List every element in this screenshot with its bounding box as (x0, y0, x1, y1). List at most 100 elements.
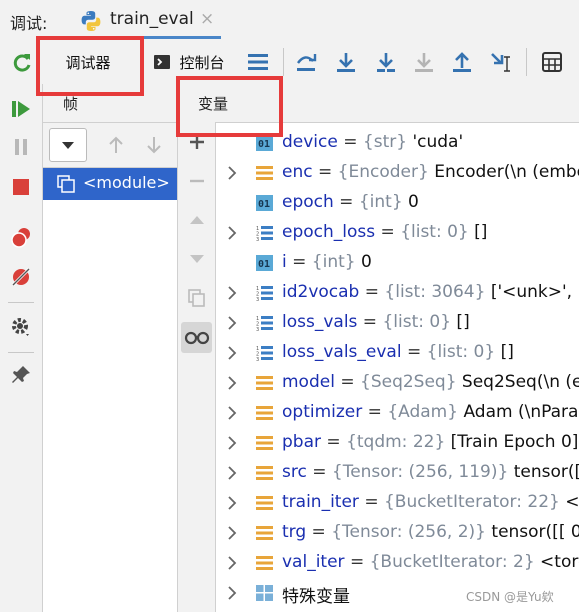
variable-name: loss_vals (282, 312, 358, 332)
variable-text: i = {int} 0 (282, 252, 372, 272)
toolbar-divider (526, 48, 527, 76)
variable-row[interactable]: 01 i = {int} 0 (216, 248, 579, 278)
variable-text: epoch = {int} 0 (282, 192, 419, 212)
int-type-icon: 01 (256, 195, 273, 211)
chevron-right-icon[interactable] (226, 163, 240, 183)
force-step-into-icon[interactable] (410, 40, 438, 84)
variable-row[interactable]: optimizer = {Adam} Adam (\nParam (216, 398, 579, 428)
close-icon[interactable]: × (200, 9, 214, 29)
special-type-icon (256, 585, 273, 601)
pause-icon[interactable] (10, 136, 32, 158)
frame-row-module[interactable]: <module> (43, 168, 177, 200)
view-breakpoints-icon[interactable] (10, 226, 32, 248)
chevron-right-icon[interactable] (226, 463, 240, 483)
chevron-right-icon[interactable] (226, 283, 240, 303)
variable-text: device = {str} 'cuda' (282, 132, 463, 152)
variable-row[interactable]: 01 epoch = {int} 0 (216, 188, 579, 218)
variable-equals: = (401, 342, 427, 362)
variable-name: model (282, 372, 335, 392)
step-into-my-code-icon[interactable] (372, 40, 400, 84)
resume-icon[interactable] (10, 98, 32, 120)
move-down-icon[interactable] (187, 249, 207, 269)
chevron-right-icon[interactable] (226, 223, 240, 243)
variable-type: {Adam} (387, 402, 459, 422)
chevron-right-icon[interactable] (226, 433, 240, 453)
remove-watch-icon[interactable] (187, 171, 207, 191)
frame-up-icon[interactable] (107, 135, 125, 155)
variable-row[interactable]: 1 2 3 epoch_loss = {list: 0} [] (216, 218, 579, 248)
rerun-icon[interactable] (8, 40, 36, 84)
variable-equals: = (306, 522, 332, 542)
variable-equals: = (337, 132, 363, 152)
frame-down-icon[interactable] (145, 135, 163, 155)
variable-value: [] (495, 342, 514, 362)
pin-icon[interactable] (10, 364, 32, 386)
step-into-icon[interactable] (332, 40, 360, 84)
variable-text: optimizer = {Adam} Adam (\nParam (282, 402, 579, 422)
stop-icon[interactable] (10, 176, 32, 198)
chevron-right-icon[interactable] (226, 313, 240, 333)
variable-name: 特殊变量 (282, 587, 350, 607)
highlight-box-variables (176, 76, 283, 137)
variable-row[interactable]: 123 id2vocab = {list: 3064} ['<unk>', '< (216, 278, 579, 308)
chevron-right-icon[interactable] (226, 583, 240, 603)
list-type-icon: 123 (256, 345, 273, 363)
tab-train-eval[interactable]: train_eval × (78, 0, 220, 39)
show-values-toggle[interactable] (181, 322, 212, 353)
settings-gear-icon[interactable] (10, 316, 32, 338)
chevron-right-icon[interactable] (226, 523, 240, 543)
watermark: CSDN @是Yu欸 (466, 590, 554, 604)
svg-text:01: 01 (258, 139, 270, 150)
variable-value: [] (468, 222, 488, 242)
int-type-icon: 01 (256, 255, 273, 271)
thread-dropdown[interactable] (49, 128, 87, 162)
debug-label: 调试: (10, 14, 48, 33)
list-type-icon: 123 (256, 225, 273, 243)
variable-row[interactable]: train_iter = {BucketIterator: 22} <to (216, 488, 579, 518)
variable-value: 'cuda' (407, 132, 464, 152)
obj-type-icon (256, 165, 273, 181)
console-icon (154, 55, 171, 69)
variable-equals: = (321, 432, 347, 452)
variable-row[interactable]: enc = {Encoder} Encoder(\n (embe (216, 158, 579, 188)
variable-equals: = (362, 402, 388, 422)
strip-divider (8, 302, 34, 303)
variable-row[interactable]: 1 2 3 loss_vals_eval = {list: 0} [] (216, 338, 579, 368)
evaluate-expression-icon[interactable] (538, 40, 566, 84)
variable-row[interactable]: model = {Seq2Seq} Seq2Seq(\n (en (216, 368, 579, 398)
variable-type: {int} (358, 192, 403, 212)
svg-text:3: 3 (256, 297, 259, 301)
glasses-icon (184, 331, 210, 345)
obj-type-icon (256, 435, 273, 451)
variable-row[interactable]: src = {Tensor: (256, 119)} tensor([[ (216, 458, 579, 488)
step-out-icon[interactable] (448, 40, 476, 84)
chevron-right-icon[interactable] (226, 403, 240, 423)
chevron-right-icon[interactable] (226, 553, 240, 573)
variables-list: 01 device = {str} 'cuda' enc = {Encoder} E… (216, 123, 579, 612)
variable-type: {list: 3064} (384, 282, 486, 302)
variable-value: <torch (540, 552, 579, 572)
variable-value: 0 (402, 192, 419, 212)
variable-row[interactable]: 1 2 3 loss_vals = {list: 0} [] (216, 308, 579, 338)
obj-type-icon (256, 465, 273, 481)
variable-equals: = (333, 192, 359, 212)
variable-name: epoch_loss (282, 222, 376, 242)
variable-row[interactable]: val_iter = {BucketIterator: 2} <torch (216, 548, 579, 578)
variable-value: Encoder(\n (embe (428, 162, 579, 182)
run-to-cursor-icon[interactable] (488, 40, 516, 84)
variable-value: [Train Epoch 0]: (445, 432, 579, 452)
highlight-box-debugger (36, 36, 144, 96)
variable-row[interactable]: pbar = {tqdm: 22} [Train Epoch 0]: (216, 428, 579, 458)
obj-type-icon (256, 495, 273, 511)
mute-breakpoints-icon[interactable] (10, 266, 32, 288)
chevron-right-icon[interactable] (226, 343, 240, 363)
step-over-icon[interactable] (292, 40, 320, 84)
copy-icon[interactable] (187, 288, 207, 308)
variable-row[interactable]: trg = {Tensor: (256, 2)} tensor([[ 0, (216, 518, 579, 548)
move-up-icon[interactable] (187, 210, 207, 230)
svg-text:3: 3 (256, 327, 259, 331)
variable-name: device (282, 132, 338, 152)
chevron-right-icon[interactable] (226, 373, 240, 393)
chevron-right-icon[interactable] (226, 493, 240, 513)
obj-type-icon (256, 525, 273, 541)
